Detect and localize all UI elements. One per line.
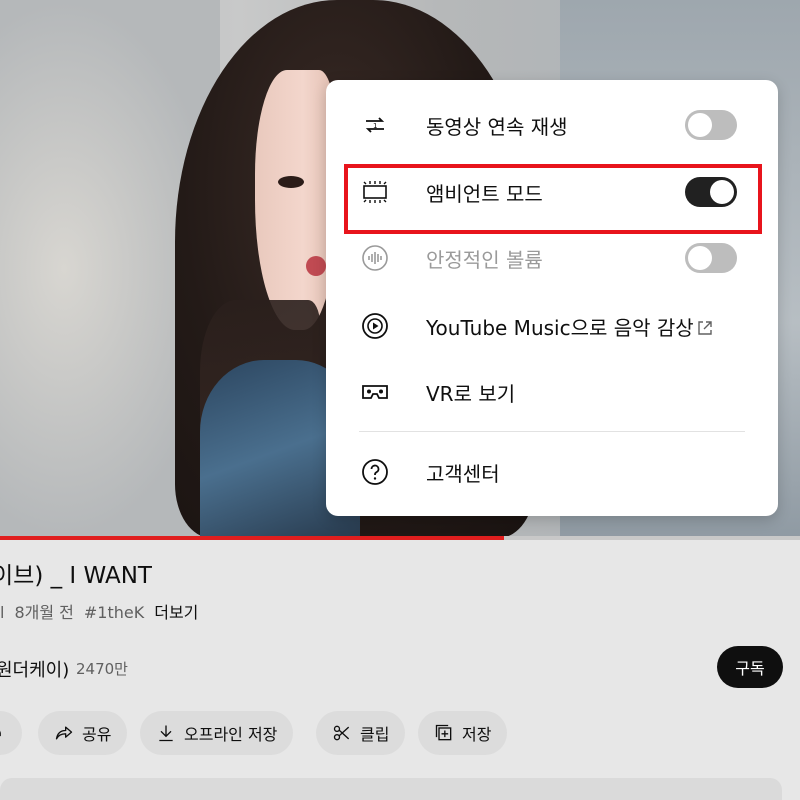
toggle-knob (688, 246, 712, 270)
download-button[interactable]: 오프라인 저장 (140, 711, 294, 755)
share-label: 공유 (82, 725, 112, 744)
menu-item-help[interactable]: 고객센터 (326, 442, 778, 502)
more-button[interactable]: 더보기 (154, 603, 198, 622)
autoplay-label: 동영상 연속 재생 (426, 114, 568, 139)
toggle-knob (688, 113, 712, 137)
stable-volume-label: 안정적인 볼륨 (426, 247, 543, 272)
help-icon (359, 456, 391, 488)
menu-item-youtube-music[interactable]: YouTube Music으로 음악 감상 (326, 296, 778, 356)
ambient-mode-highlight (344, 164, 762, 234)
download-label: 오프라인 저장 (184, 725, 278, 744)
channel-name[interactable]: 원더케이) (0, 656, 69, 682)
video-frame-face (255, 70, 335, 330)
youtube-music-label: YouTube Music으로 음악 감상 (426, 312, 714, 341)
comments-preview[interactable] (0, 778, 782, 800)
subscriber-count: 2470만 (76, 660, 128, 678)
meta-divider: l (0, 603, 5, 622)
subscribe-button[interactable]: 구독 (717, 646, 783, 688)
external-link-icon (698, 320, 712, 335)
video-progress-fill (0, 536, 504, 540)
clip-label: 클립 (360, 725, 390, 744)
youtube-music-icon (359, 310, 391, 342)
help-label: 고객센터 (426, 461, 500, 486)
autoplay-toggle[interactable] (685, 110, 737, 140)
svg-text:1: 1 (373, 122, 377, 130)
save-button[interactable]: 저장 (418, 711, 508, 755)
dislike-icon (0, 730, 1, 737)
menu-divider (359, 431, 745, 432)
menu-item-autoplay[interactable]: 1 동영상 연속 재생 (326, 95, 778, 155)
video-frame-eye (278, 176, 304, 188)
video-title[interactable]: 이브) _ I WANT (0, 556, 152, 590)
share-button[interactable]: 공유 (38, 711, 128, 755)
video-meta: l 8개월 전 #1theK 더보기 (0, 599, 208, 623)
video-frame-lip (306, 256, 326, 276)
vr-icon (359, 376, 391, 408)
save-label: 저장 (462, 725, 492, 744)
more-options-menu: 1 동영상 연속 재생 앰비언트 모드 안정적인 볼륨 YouTube Musi… (326, 80, 778, 516)
menu-item-stable-volume[interactable]: 안정적인 볼륨 (326, 228, 778, 288)
like-dislike-chip[interactable] (0, 711, 22, 755)
scissors-icon (333, 725, 350, 741)
download-icon (159, 725, 173, 742)
clip-button[interactable]: 클립 (316, 711, 406, 755)
share-icon (55, 726, 73, 740)
autoplay-icon: 1 (359, 109, 391, 141)
vr-label: VR로 보기 (426, 381, 516, 406)
stable-volume-icon (359, 242, 391, 274)
upload-time: 8개월 전 (14, 603, 74, 622)
menu-item-vr[interactable]: VR로 보기 (326, 362, 778, 422)
hashtag-link[interactable]: #1theK (84, 603, 144, 622)
video-progress-bar[interactable] (0, 536, 800, 540)
youtube-music-text: YouTube Music으로 음악 감상 (426, 315, 694, 340)
stable-volume-toggle[interactable] (685, 243, 737, 273)
save-playlist-icon (435, 724, 452, 741)
